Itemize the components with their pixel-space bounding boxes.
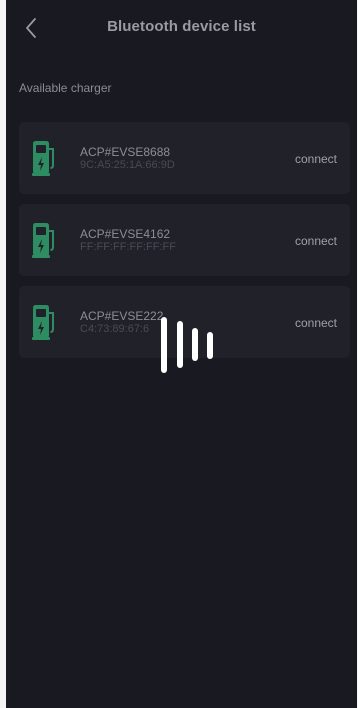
device-name: ACP#EVSE4162 <box>80 227 171 241</box>
ev-charger-icon <box>32 141 54 176</box>
page-title: Bluetooth device list <box>107 18 256 35</box>
section-label: Available charger <box>19 81 112 95</box>
loader-bar <box>161 317 167 373</box>
device-mac-address: FF:FF:FF:FF:FF:FF <box>80 241 176 253</box>
device-name: ACP#EVSE8688 <box>80 145 171 159</box>
device-mac-address: 9C:A5:25:1A:66:9D <box>80 159 175 171</box>
device-card[interactable]: ACP#EVSE8688 9C:A5:25:1A:66:9D connect <box>19 122 350 194</box>
device-card[interactable]: ACP#EVSE4162 FF:FF:FF:FF:FF:FF connect <box>19 204 350 276</box>
header-bar: Bluetooth device list <box>6 0 357 56</box>
device-name: ACP#EVSE222 <box>80 309 164 323</box>
ev-charger-icon <box>32 223 54 258</box>
ev-charger-icon <box>32 305 54 340</box>
loader-bar <box>177 321 183 368</box>
loader-bar <box>192 328 198 361</box>
connect-button[interactable]: connect <box>295 152 337 166</box>
loading-bars-icon <box>161 317 217 377</box>
connect-button[interactable]: connect <box>295 316 337 330</box>
connect-button[interactable]: connect <box>295 234 337 248</box>
device-mac-address: C4:73:89:67:6 <box>80 323 150 335</box>
loader-bar <box>207 332 213 359</box>
phone-screen: Bluetooth device list Available charger … <box>6 0 357 708</box>
